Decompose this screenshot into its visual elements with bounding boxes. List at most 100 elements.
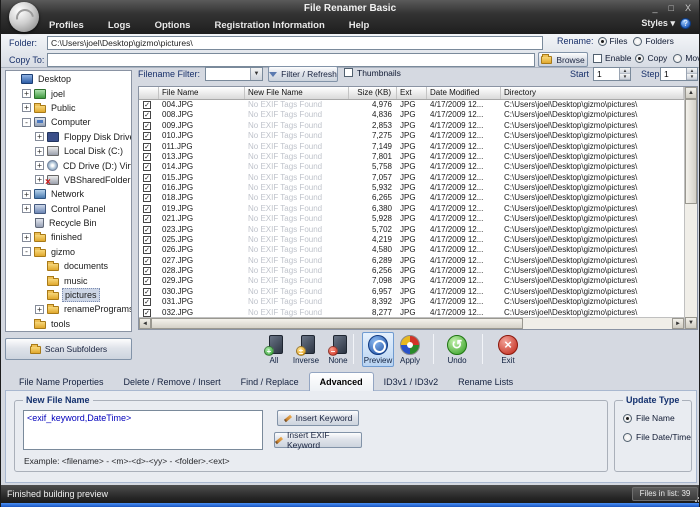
tree-expander-icon[interactable]: + <box>35 147 44 156</box>
row-checkbox[interactable]: ✓ <box>143 226 151 234</box>
menu-item-registration-information[interactable]: Registration Information <box>214 20 324 31</box>
thumbnails-checkbox[interactable]: Thumbnails <box>344 68 401 78</box>
close-button[interactable]: X <box>685 1 691 15</box>
tab-id3v1-id3v2[interactable]: ID3v1 / ID3v2 <box>374 374 449 391</box>
menu-item-options[interactable]: Options <box>155 20 191 31</box>
file-row-004-jpg[interactable]: ✓ 004.JPG No EXIF Tags Found 4,976 JPG 4… <box>139 100 684 110</box>
spinner-arrows-icon[interactable]: ▲▼ <box>619 68 630 80</box>
tree-item-joel[interactable]: + joel <box>6 86 131 100</box>
menu-item-help[interactable]: Help <box>349 20 370 31</box>
menu-item-logs[interactable]: Logs <box>108 20 131 31</box>
new-file-name-input[interactable]: <exif_keyword,DateTime> <box>23 410 263 450</box>
filter-refresh-button[interactable]: Filter / Refresh <box>268 66 338 82</box>
filename-filter-combobox[interactable]: ▼ <box>205 67 263 81</box>
tree-item-vbsharedfolder-vboxsvr-z[interactable]: + VBSharedFolder (\\vboxsvr) (Z <box>6 173 131 187</box>
column-header-file-name[interactable]: File Name <box>159 87 245 99</box>
scrollbar-thumb[interactable] <box>151 318 523 329</box>
row-checkbox[interactable]: ✓ <box>143 122 151 130</box>
file-row-023-jpg[interactable]: ✓ 023.JPG No EXIF Tags Found 5,702 JPG 4… <box>139 225 684 235</box>
column-header-directory[interactable]: Directory <box>501 87 684 99</box>
scroll-left-icon[interactable]: ◄ <box>139 318 151 329</box>
row-checkbox[interactable]: ✓ <box>143 101 151 109</box>
spinner-arrows-icon[interactable]: ▲▼ <box>686 68 697 80</box>
tree-expander-icon[interactable]: + <box>22 204 31 213</box>
tab-advanced[interactable]: Advanced <box>309 372 374 391</box>
chevron-down-icon[interactable]: ▼ <box>250 68 262 80</box>
tree-expander-icon[interactable]: + <box>35 305 44 314</box>
tree-item-pictures[interactable]: pictures <box>6 288 131 302</box>
tree-expander-icon[interactable]: + <box>22 89 31 98</box>
tree-item-renameprograms[interactable]: + renamePrograms <box>6 302 131 316</box>
tree-item-tools[interactable]: tools <box>6 317 131 331</box>
file-row-015-jpg[interactable]: ✓ 015.JPG No EXIF Tags Found 7,057 JPG 4… <box>139 173 684 183</box>
update-type-file-name[interactable]: File Name <box>623 413 691 423</box>
column-header-new-file-name[interactable]: New File Name <box>245 87 349 99</box>
horizontal-scrollbar[interactable]: ◄ ► <box>139 317 684 329</box>
copymove-option-move[interactable]: Move <box>673 53 700 63</box>
file-row-016-jpg[interactable]: ✓ 016.JPG No EXIF Tags Found 5,932 JPG 4… <box>139 183 684 193</box>
file-row-031-jpg[interactable]: ✓ 031.JPG No EXIF Tags Found 8,392 JPG 4… <box>139 297 684 307</box>
file-row-027-jpg[interactable]: ✓ 027.JPG No EXIF Tags Found 6,289 JPG 4… <box>139 256 684 266</box>
styles-menu[interactable]: Styles ▾ <box>641 18 675 29</box>
row-checkbox[interactable]: ✓ <box>143 194 151 202</box>
file-row-010-jpg[interactable]: ✓ 010.JPG No EXIF Tags Found 7,275 JPG 4… <box>139 131 684 141</box>
row-checkbox[interactable]: ✓ <box>143 257 151 265</box>
toolbar-button-undo[interactable]: ↺Undo <box>441 332 473 367</box>
file-row-021-jpg[interactable]: ✓ 021.JPG No EXIF Tags Found 5,928 JPG 4… <box>139 214 684 224</box>
file-row-008-jpg[interactable]: ✓ 008.JPG No EXIF Tags Found 4,836 JPG 4… <box>139 110 684 120</box>
tree-expander-icon[interactable]: - <box>22 247 31 256</box>
help-icon[interactable]: ? <box>680 18 691 29</box>
maximize-button[interactable]: □ <box>669 1 674 15</box>
toolbar-button-inverse[interactable]: ±Inverse <box>290 332 322 367</box>
tree-item-network[interactable]: + Network <box>6 187 131 201</box>
file-row-028-jpg[interactable]: ✓ 028.JPG No EXIF Tags Found 6,256 JPG 4… <box>139 266 684 276</box>
tree-item-local-disk-c[interactable]: + Local Disk (C:) <box>6 144 131 158</box>
tree-expander-icon[interactable]: + <box>35 161 44 170</box>
folder-input[interactable]: C:\Users\joel\Desktop\gizmo\pictures\ <box>47 36 543 50</box>
tree-item-recycle-bin[interactable]: Recycle Bin <box>6 216 131 230</box>
copymove-option-copy[interactable]: Copy <box>635 53 667 63</box>
row-checkbox[interactable]: ✓ <box>143 298 151 306</box>
file-row-026-jpg[interactable]: ✓ 026.JPG No EXIF Tags Found 4,580 JPG 4… <box>139 245 684 255</box>
column-header-size-kb[interactable]: Size (KB) <box>349 87 397 99</box>
file-row-014-jpg[interactable]: ✓ 014.JPG No EXIF Tags Found 5,758 JPG 4… <box>139 162 684 172</box>
row-checkbox[interactable]: ✓ <box>143 163 151 171</box>
toolbar-button-all[interactable]: +All <box>258 332 290 367</box>
row-checkbox[interactable]: ✓ <box>143 153 151 161</box>
tree-expander-icon[interactable]: + <box>22 233 31 242</box>
browse-button[interactable]: Browse <box>538 52 588 67</box>
insert-keyword-button[interactable]: Insert Keyword <box>277 410 359 426</box>
file-row-009-jpg[interactable]: ✓ 009.JPG No EXIF Tags Found 2,853 JPG 4… <box>139 121 684 131</box>
rename-option-folders[interactable]: Folders <box>633 36 673 46</box>
tree-item-finished[interactable]: + finished <box>6 230 131 244</box>
start-spinner[interactable]: 1 ▲▼ <box>593 67 631 81</box>
row-checkbox[interactable]: ✓ <box>143 184 151 192</box>
tab-find-replace[interactable]: Find / Replace <box>231 374 309 391</box>
tree-item-computer[interactable]: - Computer <box>6 115 131 129</box>
copyto-input[interactable] <box>47 53 535 67</box>
toolbar-button-exit[interactable]: ×Exit <box>492 332 524 367</box>
row-checkbox[interactable]: ✓ <box>143 246 151 254</box>
row-checkbox[interactable]: ✓ <box>143 267 151 275</box>
tree-item-control-panel[interactable]: + Control Panel <box>6 202 131 216</box>
tree-expander-icon[interactable]: - <box>22 118 31 127</box>
tree-expander-icon[interactable]: + <box>35 175 44 184</box>
vertical-scrollbar[interactable]: ▲ ▼ <box>684 87 697 329</box>
tree-expander-icon[interactable]: + <box>22 103 31 112</box>
file-row-011-jpg[interactable]: ✓ 011.JPG No EXIF Tags Found 7,149 JPG 4… <box>139 142 684 152</box>
row-checkbox[interactable]: ✓ <box>143 215 151 223</box>
column-header-date-modified[interactable]: Date Modified <box>427 87 501 99</box>
file-row-032-jpg[interactable]: ✓ 032.JPG No EXIF Tags Found 8,277 JPG 4… <box>139 308 684 318</box>
row-checkbox[interactable]: ✓ <box>143 236 151 244</box>
file-row-013-jpg[interactable]: ✓ 013.JPG No EXIF Tags Found 7,801 JPG 4… <box>139 152 684 162</box>
scroll-up-icon[interactable]: ▲ <box>685 87 697 99</box>
tree-item-desktop[interactable]: Desktop <box>6 72 131 86</box>
tab-file-name-properties[interactable]: File Name Properties <box>9 374 114 391</box>
menu-item-profiles[interactable]: Profiles <box>49 20 84 31</box>
toolbar-button-none[interactable]: –None <box>322 332 354 367</box>
file-row-025-jpg[interactable]: ✓ 025.JPG No EXIF Tags Found 4,219 JPG 4… <box>139 235 684 245</box>
tree-item-cd-drive-d-virtualbox-guest[interactable]: + CD Drive (D:) VirtualBox Guest <box>6 158 131 172</box>
enable-checkbox[interactable]: Enable <box>593 53 631 63</box>
file-row-030-jpg[interactable]: ✓ 030.JPG No EXIF Tags Found 6,957 JPG 4… <box>139 287 684 297</box>
row-checkbox[interactable]: ✓ <box>143 309 151 317</box>
